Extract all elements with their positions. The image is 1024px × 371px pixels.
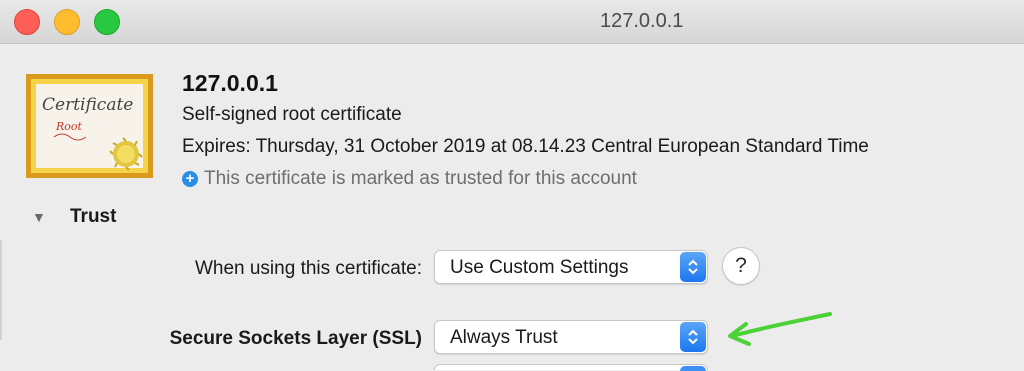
zoom-icon[interactable]: [94, 9, 120, 35]
when-using-value: Use Custom Settings: [450, 257, 629, 278]
ssl-value: Always Trust: [450, 327, 558, 348]
popup-stepper-icon: [680, 366, 706, 371]
annotation-arrow-icon: [728, 312, 832, 346]
trusted-status-text: This certificate is marked as trusted fo…: [204, 168, 637, 189]
ssl-popup[interactable]: Always Trust: [434, 320, 708, 354]
title-bar: 127.0.0.1: [0, 0, 1024, 44]
when-using-popup[interactable]: Use Custom Settings: [434, 250, 708, 284]
certificate-icon-title: Certificate: [42, 95, 133, 115]
disclosure-triangle-icon[interactable]: ▼: [32, 209, 48, 225]
certificate-name: 127.0.0.1: [182, 70, 278, 96]
certificate-expiry: Expires: Thursday, 31 October 2019 at 08…: [182, 136, 869, 157]
popup-stepper-icon: [680, 322, 706, 352]
certificate-panel: Certificate Root 127.0.0.1 Self-signed r…: [0, 44, 1024, 371]
trusted-status: + This certificate is marked as trusted …: [182, 168, 637, 190]
certificate-icon-subtitle: Root: [55, 120, 83, 133]
certificate-type: Self-signed root certificate: [182, 104, 402, 125]
help-button[interactable]: ?: [722, 247, 760, 285]
when-using-label: When using this certificate:: [194, 258, 422, 279]
ssl-label: Secure Sockets Layer (SSL): [169, 328, 422, 349]
certificate-icon: Certificate Root: [26, 74, 153, 178]
minimize-icon[interactable]: [54, 9, 80, 35]
close-icon[interactable]: [14, 9, 40, 35]
plus-info-icon: +: [182, 171, 198, 187]
next-trust-popup-partial[interactable]: [434, 364, 708, 371]
popup-stepper-icon: [680, 252, 706, 282]
window-edge-divider: [0, 240, 2, 340]
trust-section-label: Trust: [70, 206, 117, 227]
window-title: 127.0.0.1: [600, 10, 684, 32]
trust-disclosure[interactable]: ▼ Trust: [32, 206, 116, 228]
